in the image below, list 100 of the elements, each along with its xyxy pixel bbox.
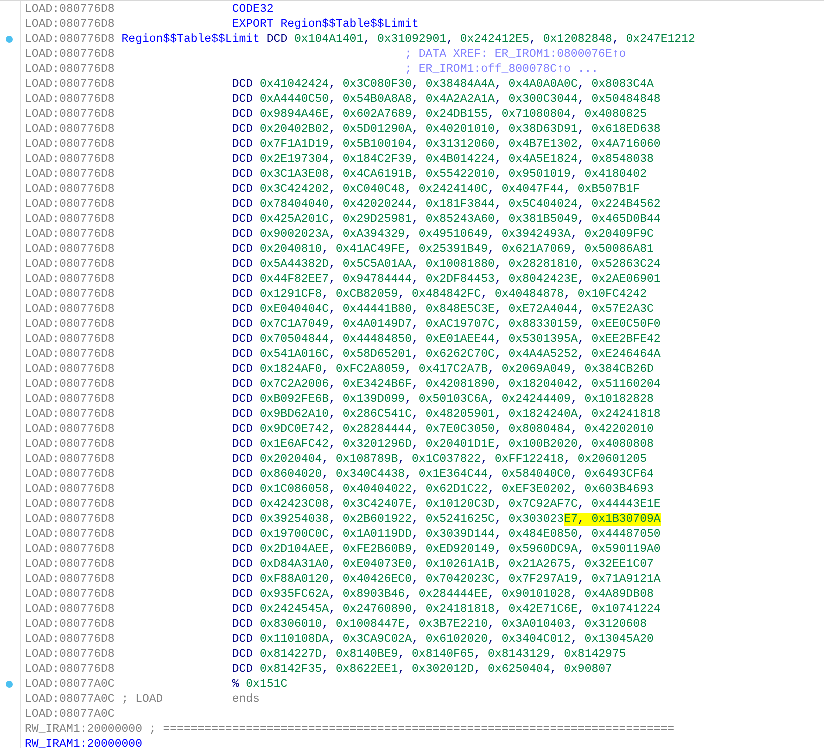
mnemonic: DCD bbox=[232, 183, 254, 196]
mnemonic: DCD bbox=[232, 588, 254, 601]
operand-text: 0x541A016C, 0x58D65201, 0x6262C70C, 0x4A4A5252, 0xE246464A bbox=[260, 348, 661, 361]
operand-text: 0x1E6AFC42, 0x3201296D, 0x20401D1E, 0x100B2020, 0x4080808 bbox=[260, 438, 654, 451]
operand-text: 0xF88A0120, 0x40426EC0, 0x7042023C, 0x7F297A19, 0x71A9121A bbox=[260, 573, 661, 586]
line-address: LOAD:080776D8 bbox=[25, 107, 115, 122]
line-address: LOAD:080776D8 bbox=[25, 302, 115, 317]
operand-text: 0x935FC62A, 0x8903B46, 0x284444EE, 0x90101028, 0x4A89DB08 bbox=[260, 588, 654, 601]
line-address: LOAD:080776D8 bbox=[25, 332, 115, 347]
mnemonic: DCD bbox=[232, 513, 254, 526]
line-address: LOAD:080776D8 bbox=[25, 167, 115, 182]
mnemonic: DCD bbox=[232, 273, 254, 286]
line-address: LOAD:080776D8 bbox=[25, 467, 115, 482]
line-address: LOAD:080776D8 bbox=[25, 542, 115, 557]
mnemonic: % bbox=[232, 678, 240, 691]
operand-text: 0x78404040, 0x42020244, 0x181F3844, 0x5C404024, 0x224B4562 bbox=[260, 198, 661, 211]
operand-text: 0x44F82EE7, 0x94784444, 0x2DF84453, 0x8042423E, 0x2AE06901 bbox=[260, 273, 661, 286]
mnemonic: CODE32 bbox=[232, 3, 274, 16]
line-address: LOAD:080776D8 bbox=[25, 572, 115, 587]
mnemonic: DCD bbox=[232, 108, 254, 121]
line-address: LOAD:080776D8 bbox=[25, 17, 115, 32]
mnemonic: DCD bbox=[232, 213, 254, 226]
operand-text: 0x9894A46E, 0x602A7689, 0x24DB155, 0x71080804, 0x4080825 bbox=[260, 108, 647, 121]
line-address: RW_IRAM1:20000000 bbox=[25, 722, 142, 737]
mnemonic: DCD bbox=[232, 93, 254, 106]
mnemonic: DCD bbox=[232, 543, 254, 556]
mnemonic: DCD bbox=[232, 348, 254, 361]
line-address: LOAD:080776D8 bbox=[25, 257, 115, 272]
line-comment: ; LOAD bbox=[122, 693, 164, 706]
operand-text: 0x425A201C, 0x29D25981, 0x85243A60, 0x381B5049, 0x465D0B44 bbox=[260, 213, 661, 226]
mnemonic: DCD bbox=[232, 648, 254, 661]
line-address: LOAD:080776D8 bbox=[25, 197, 115, 212]
mnemonic: DCD bbox=[232, 153, 254, 166]
operand-text: 0x9DC0E742, 0x28284444, 0x7E0C3050, 0x8080484, 0x42202010 bbox=[260, 423, 654, 436]
operand-text: Region$$Table$$Limit bbox=[280, 18, 419, 31]
operand-text: 0x814227D, 0x8140BE9, 0x8140F65, 0x8143129, 0x8142975 bbox=[260, 648, 626, 661]
line-address: LOAD:080776D8 bbox=[25, 557, 115, 572]
line-address: LOAD:080776D8 bbox=[25, 452, 115, 467]
line-address: LOAD:080776D8 bbox=[25, 587, 115, 602]
mnemonic: DCD bbox=[232, 333, 254, 346]
mnemonic: DCD bbox=[232, 558, 254, 571]
line-address: LOAD:080776D8 bbox=[25, 227, 115, 242]
operand-text: 0x8306010, 0x1008447E, 0x3B7E2210, 0x3A010403, 0x3120608 bbox=[260, 618, 647, 631]
operand-text: 0x2020404, 0x108789B, 0x1C037822, 0xFF122418, 0x20601205 bbox=[260, 453, 647, 466]
operand-text: 0x5A44382D, 0x5C5A01AA, 0x10081880, 0x28281810, 0x52863C24 bbox=[260, 258, 661, 271]
operand-text: 0x1824AF0, 0xFC2A8059, 0x417C2A7B, 0x2069A049, 0x384CB26D bbox=[260, 363, 654, 376]
mnemonic: DCD bbox=[232, 603, 254, 616]
line-comment: ; ========================================================================== bbox=[149, 723, 675, 736]
line-address: LOAD:080776D8 bbox=[25, 287, 115, 302]
mnemonic: DCD bbox=[232, 378, 254, 391]
operand-text: 0xE040404C, 0x44441B80, 0x848E5C3E, 0xE72A4044, 0x57E2A3C bbox=[260, 303, 654, 316]
mnemonic: DCD bbox=[232, 123, 254, 136]
mnemonic: DCD bbox=[232, 288, 254, 301]
operand-text: 0x110108DA, 0x3CA9C02A, 0x6102020, 0x3404C012, 0x13045A20 bbox=[260, 633, 654, 646]
line-address: LOAD:080776D8 bbox=[25, 437, 115, 452]
mnemonic: ends bbox=[232, 693, 260, 706]
mnemonic: DCD bbox=[232, 498, 254, 511]
line-address: LOAD:080776D8 bbox=[25, 122, 115, 137]
line-address: LOAD:080776D8 bbox=[25, 182, 115, 197]
operand-text: 0x7F1A1D19, 0x5B100104, 0x31312060, 0x4B7E1302, 0x4A716060 bbox=[260, 138, 661, 151]
operand-text: 0x1291CF8, 0xCB82059, 0x484842FC, 0x40484878, 0x10FC4242 bbox=[260, 288, 647, 301]
line-address: LOAD:080776D8 bbox=[25, 317, 115, 332]
operand-text: 0xD84A31A0, 0xE04073E0, 0x10261A1B, 0x21A2675, 0x32EE1C07 bbox=[260, 558, 654, 571]
line-address: LOAD:080776D8 bbox=[25, 152, 115, 167]
operand-text: 0x8604020, 0x340C4438, 0x1E364C44, 0x584040C0, 0x6493CF64 bbox=[260, 468, 654, 481]
operand-text: E7, 0x1B30709A bbox=[564, 513, 661, 526]
mnemonic: DCD bbox=[232, 573, 254, 586]
operand-text: 0x41042424, 0x3C080F30, 0x38484A4A, 0x4A0A0A0C, 0x8083C4A bbox=[260, 78, 654, 91]
operand-text: 0x2D104AEE, 0xFE2B60B9, 0xED920149, 0x5960DC9A, 0x590119A0 bbox=[260, 543, 661, 556]
operand-text: 0x151C bbox=[246, 678, 288, 691]
line-address: LOAD:080776D8 bbox=[25, 482, 115, 497]
line-address: LOAD:080776D8 bbox=[25, 527, 115, 542]
line-address: LOAD:080776D8 bbox=[25, 377, 115, 392]
line-address: LOAD:080776D8 bbox=[25, 392, 115, 407]
line-address: LOAD:080776D8 bbox=[25, 347, 115, 362]
operand-text: 0x9BD62A10, 0x286C541C, 0x48205901, 0x1824240A, 0x24241818 bbox=[260, 408, 661, 421]
mnemonic: DCD bbox=[232, 168, 254, 181]
operand-text: 0x20402B02, 0x5D01290A, 0x40201010, 0x38D63D91, 0x618ED638 bbox=[260, 123, 661, 136]
line-address: LOAD:08077A0C bbox=[25, 692, 115, 707]
line-comment: ; ER_IROM1:off_800078C↑o ... bbox=[405, 63, 599, 76]
label-name: Region$$Table$$Limit bbox=[122, 33, 260, 46]
line-address: LOAD:080776D8 bbox=[25, 497, 115, 512]
line-address: LOAD:080776D8 bbox=[25, 662, 115, 677]
operand-text: 0x1C086058, 0x40404022, 0x62D1C22, 0xEF3E0202, 0x603B4693 bbox=[260, 483, 654, 496]
mnemonic: DCD bbox=[232, 228, 254, 241]
operand-text: 0x70504844, 0x44484850, 0xE01AEE44, 0x5301395A, 0xEE2BFE42 bbox=[260, 333, 661, 346]
operand-text: 0x8142F35, 0x8622EE1, 0x302012D, 0x6250404, 0x90807 bbox=[260, 663, 612, 676]
operand-text: 0x7C2A2006, 0xE3424B6F, 0x42081890, 0x18204042, 0x51160204 bbox=[260, 378, 661, 391]
operand-text: 0x2424545A, 0x24760890, 0x24181818, 0x42E71C6E, 0x10741224 bbox=[260, 603, 661, 616]
mnemonic: DCD bbox=[232, 663, 254, 676]
mnemonic: DCD bbox=[232, 453, 254, 466]
operand-text: 0x3C1A3E08, 0x4CA6191B, 0x55422010, 0x9501019, 0x4180402 bbox=[260, 168, 647, 181]
line-address: LOAD:080776D8 bbox=[25, 47, 115, 62]
line-address: LOAD:080776D8 bbox=[25, 62, 115, 77]
line-address: LOAD:080776D8 bbox=[25, 77, 115, 92]
operand-text: 0x2E197304, 0x184C2F39, 0x4B014224, 0x4A5E1824, 0x8548038 bbox=[260, 153, 654, 166]
line-address: LOAD:080776D8 bbox=[25, 242, 115, 257]
mnemonic: DCD bbox=[232, 303, 254, 316]
mnemonic: DCD bbox=[232, 423, 254, 436]
operand-text: 0x9002023A, 0xA394329, 0x49510649, 0x3942493A, 0x20409F9C bbox=[260, 228, 654, 241]
